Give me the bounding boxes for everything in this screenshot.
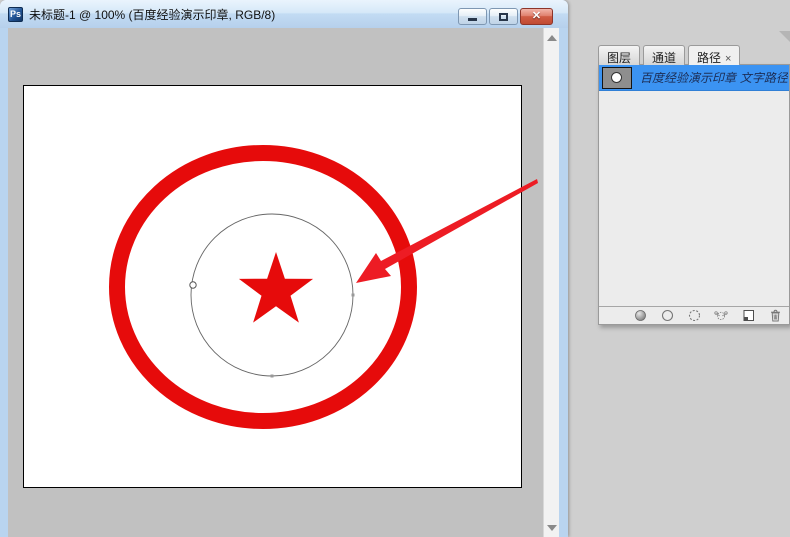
paths-panel-body: 百度经验演示印章 文字路径 xyxy=(598,64,790,325)
fill-path-icon[interactable] xyxy=(633,309,647,323)
window-title: 未标题-1 @ 100% (百度经验演示印章, RGB/8) xyxy=(29,6,275,23)
paths-panel: 图层 通道 路径 × 百度经验演示印章 文字路径 xyxy=(598,45,790,325)
path-item-name: 百度经验演示印章 文字路径 xyxy=(640,69,788,86)
title-bar[interactable]: Ps 未标题-1 @ 100% (百度经验演示印章, RGB/8) ✕ xyxy=(0,0,568,28)
delete-path-icon[interactable] xyxy=(768,309,782,323)
restore-icon xyxy=(499,13,508,21)
photoshop-app-icon: Ps xyxy=(8,7,23,22)
stroke-path-icon[interactable] xyxy=(660,309,674,323)
canvas[interactable] xyxy=(23,85,522,488)
tab-paths-label: 路径 xyxy=(697,51,721,65)
tab-close-icon[interactable]: × xyxy=(725,53,731,65)
document-content xyxy=(8,28,559,537)
load-path-as-selection-icon[interactable] xyxy=(687,309,701,323)
make-work-path-icon[interactable] xyxy=(714,309,728,323)
tab-channels[interactable]: 通道 xyxy=(643,45,685,65)
minimize-button[interactable] xyxy=(458,8,487,25)
scroll-up-icon[interactable] xyxy=(547,35,557,41)
path-thumbnail-circle-icon xyxy=(611,72,622,83)
new-path-icon[interactable] xyxy=(741,309,755,323)
path-thumbnail[interactable] xyxy=(602,67,632,89)
close-icon: ✕ xyxy=(532,11,541,22)
canvas-workspace xyxy=(8,28,543,537)
restore-button[interactable] xyxy=(489,8,518,25)
minimize-icon xyxy=(468,18,477,21)
document-window: Ps 未标题-1 @ 100% (百度经验演示印章, RGB/8) ✕ xyxy=(0,0,568,537)
scroll-down-icon[interactable] xyxy=(547,525,557,531)
paths-toolbar xyxy=(599,306,789,324)
close-button[interactable]: ✕ xyxy=(520,8,553,25)
panel-collapse-icon[interactable] xyxy=(779,31,790,42)
tab-paths[interactable]: 路径 × xyxy=(688,45,740,65)
tab-layers[interactable]: 图层 xyxy=(598,45,640,65)
vertical-scrollbar[interactable] xyxy=(543,28,559,537)
window-controls: ✕ xyxy=(458,8,553,25)
path-list-item[interactable]: 百度经验演示印章 文字路径 xyxy=(599,65,789,91)
panel-tab-bar: 图层 通道 路径 × xyxy=(598,45,790,65)
